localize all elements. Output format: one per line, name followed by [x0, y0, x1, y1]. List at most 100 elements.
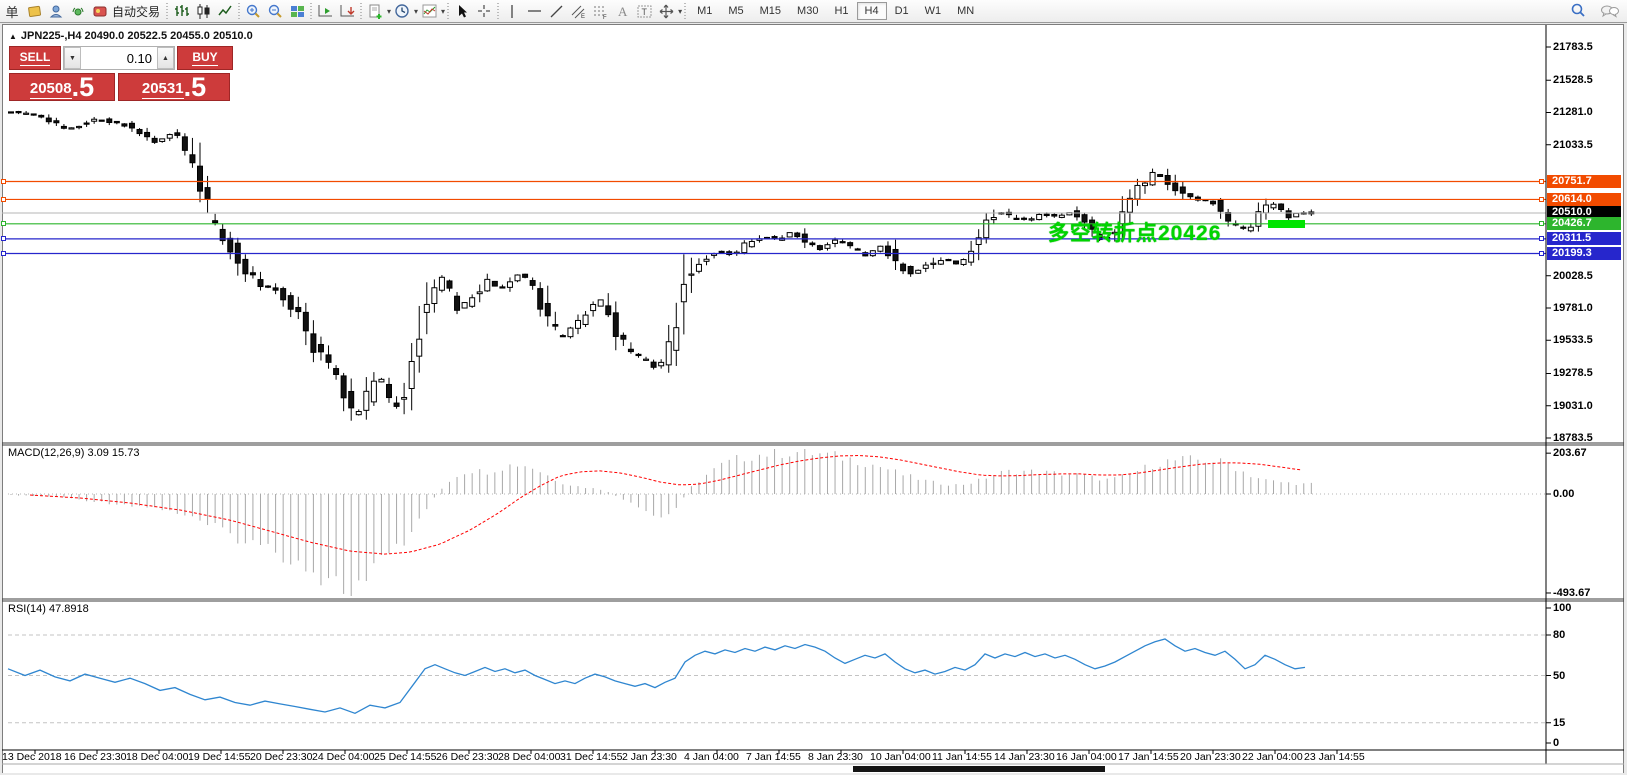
level-handle-right-20199.3[interactable] — [1539, 251, 1544, 256]
level-handle-left-20614.0[interactable] — [1, 197, 6, 202]
macd-tick--493.67: -493.67 — [1553, 587, 1590, 599]
level-tag-20199.3[interactable]: 20199.3 — [1547, 247, 1621, 260]
time-label-16: 14 Jan 23:30 — [994, 751, 1055, 763]
sell-button[interactable]: SELL — [9, 46, 61, 70]
timeframe-m30-button[interactable]: M30 — [789, 2, 826, 20]
timeframe-mn-button[interactable]: MN — [949, 2, 982, 20]
new-order-icon[interactable]: 单 — [1, 2, 23, 21]
price-tick-21281.0: 21281.0 — [1553, 106, 1593, 118]
macd-tick-0.00: 0.00 — [1553, 488, 1574, 500]
template-dropdown-icon[interactable] — [418, 2, 440, 21]
time-label-3: 19 Dec 14:55 — [188, 751, 250, 763]
level-tag-20426.7[interactable]: 20426.7 — [1547, 217, 1621, 230]
shapes-dropdown-icon[interactable] — [655, 2, 677, 21]
chart-annotation-text[interactable]: 多空转折点20426 — [1048, 217, 1221, 247]
horizontal-line-icon[interactable] — [523, 2, 545, 21]
periods-dropdown-icon[interactable] — [391, 2, 413, 21]
toolbar-right — [1567, 1, 1621, 21]
rsi-tick-100: 100 — [1553, 602, 1571, 614]
bar-chart-icon[interactable] — [170, 2, 192, 21]
vertical-line-icon[interactable] — [501, 2, 523, 21]
level-handle-left-20426.7[interactable] — [1, 221, 6, 226]
green-zone-object[interactable] — [1268, 220, 1305, 228]
scrollbar-thumb[interactable] — [853, 766, 1105, 772]
buy-price-main: 20531 — [142, 79, 184, 99]
time-label-12: 7 Jan 14:55 — [746, 751, 801, 763]
sell-price[interactable]: 20508.5 — [9, 73, 115, 101]
toolbar-separator — [310, 3, 312, 20]
price-tick-19533.5: 19533.5 — [1553, 334, 1593, 346]
cursor-icon[interactable] — [451, 2, 473, 21]
time-label-5: 24 Dec 04:00 — [312, 751, 374, 763]
volume-decrease-button[interactable]: ▼ — [64, 47, 81, 69]
autotrade-icon[interactable] — [89, 2, 111, 21]
crosshair-icon[interactable] — [473, 2, 495, 21]
trendline-icon[interactable] — [545, 2, 567, 21]
text-label-icon[interactable]: T — [633, 2, 655, 21]
svg-text:E: E — [581, 14, 585, 20]
timeframe-w1-button[interactable]: W1 — [917, 2, 950, 20]
equidistant-channel-icon[interactable]: E — [567, 2, 589, 21]
chart-title-text: JPN225-,H4 20490.0 20522.5 20455.0 20510… — [21, 30, 253, 42]
level-tag-20614.0[interactable]: 20614.0 — [1547, 193, 1621, 206]
time-label-2: 18 Dec 04:00 — [126, 751, 188, 763]
template-dropdown-icon-arrow[interactable]: ▾ — [441, 7, 445, 16]
timeframe-m15-button[interactable]: M15 — [752, 2, 789, 20]
price-tick-21783.5: 21783.5 — [1553, 41, 1593, 53]
timeframe-h4-button[interactable]: H4 — [857, 2, 887, 20]
level-handle-left-20751.7[interactable] — [1, 179, 6, 184]
text-icon[interactable]: A — [611, 2, 633, 21]
new-order-dropdown-icon[interactable] — [364, 2, 386, 21]
time-label-9: 31 Dec 14:55 — [560, 751, 622, 763]
buy-price-frac: .5 — [184, 75, 207, 99]
zoom-in-icon[interactable] — [242, 2, 264, 21]
autotrade-label[interactable]: 自动交易 — [111, 3, 164, 20]
toolbar-separator — [238, 3, 240, 20]
level-handle-left-20199.3[interactable] — [1, 251, 6, 256]
signals-icon[interactable] — [67, 2, 89, 21]
line-chart-icon[interactable] — [214, 2, 236, 21]
volume-input[interactable]: 0.10 — [81, 47, 157, 69]
svg-text:T: T — [641, 7, 647, 17]
svg-text:F: F — [603, 15, 607, 20]
time-label-17: 16 Jan 04:00 — [1056, 751, 1117, 763]
chart-window[interactable] — [2, 24, 1624, 773]
price-tick-20028.5: 20028.5 — [1553, 270, 1593, 282]
level-handle-right-20751.7[interactable] — [1539, 179, 1544, 184]
buy-button[interactable]: BUY — [177, 46, 233, 70]
level-tag-20751.7[interactable]: 20751.7 — [1547, 175, 1621, 188]
timeframe-d1-button[interactable]: D1 — [887, 2, 917, 20]
one-click-trade-panel: SELL ▼ 0.10 ▲ BUY 20508.5 20531.5 — [9, 46, 233, 101]
time-label-13: 8 Jan 23:30 — [808, 751, 863, 763]
chart-shift-icon[interactable] — [336, 2, 358, 21]
price-tick-18783.5: 18783.5 — [1553, 432, 1593, 444]
timeframe-m5-button[interactable]: M5 — [720, 2, 751, 20]
chart-scrollbar[interactable] — [3, 765, 1623, 773]
time-label-18: 17 Jan 14:55 — [1118, 751, 1179, 763]
level-tag-20311.5[interactable]: 20311.5 — [1547, 232, 1621, 245]
navigator-icon[interactable] — [45, 2, 67, 21]
shapes-dropdown-icon-arrow[interactable]: ▾ — [678, 7, 682, 16]
level-handle-right-20311.5[interactable] — [1539, 236, 1544, 241]
buy-price[interactable]: 20531.5 — [118, 73, 230, 101]
chat-icon[interactable] — [1599, 2, 1621, 21]
sell-price-main: 20508 — [30, 79, 72, 99]
market-watch-icon[interactable] — [23, 2, 45, 21]
toolbar-icons: 单自动交易▾▾▾EFAT▾ — [1, 2, 688, 21]
search-icon[interactable] — [1567, 2, 1589, 21]
toolbar-separator — [360, 3, 362, 20]
zoom-out-icon[interactable] — [264, 2, 286, 21]
level-handle-right-20426.7[interactable] — [1539, 221, 1544, 226]
time-label-10: 2 Jan 23:30 — [622, 751, 677, 763]
collapse-triangle-icon[interactable]: ▲ — [9, 32, 17, 41]
rsi-tick-0: 0 — [1553, 737, 1559, 749]
timeframe-h1-button[interactable]: H1 — [826, 2, 856, 20]
level-handle-right-20614.0[interactable] — [1539, 197, 1544, 202]
timeframe-m1-button[interactable]: M1 — [689, 2, 720, 20]
auto-scroll-icon[interactable] — [314, 2, 336, 21]
volume-increase-button[interactable]: ▲ — [157, 47, 174, 69]
fibonacci-icon[interactable]: F — [589, 2, 611, 21]
candlestick-chart-icon[interactable] — [192, 2, 214, 21]
tile-windows-icon[interactable] — [286, 2, 308, 21]
level-handle-left-20311.5[interactable] — [1, 236, 6, 241]
